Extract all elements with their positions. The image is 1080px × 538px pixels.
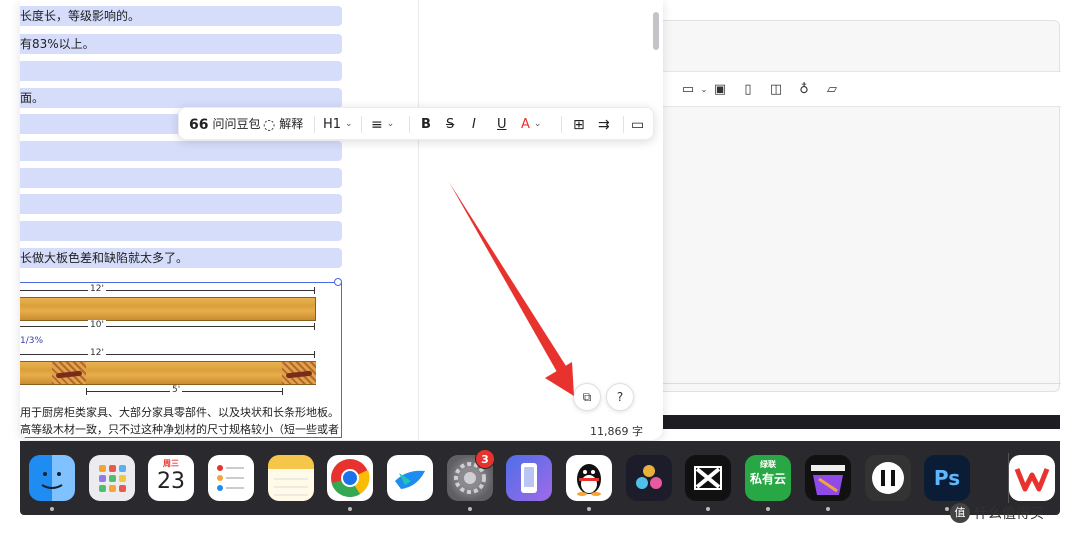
watermark: 值 什么值得买	[950, 503, 1044, 523]
running-indicator	[766, 507, 770, 511]
ugreen-cloud-app[interactable]: 绿联 私有云	[745, 455, 791, 501]
reminders-app[interactable]	[208, 455, 254, 501]
dock: 周三 23 3 绿联 私有云 Ps	[20, 441, 1060, 515]
watermark-logo: 值	[950, 503, 970, 523]
running-indicator	[348, 507, 352, 511]
system-settings-app[interactable]: 3	[447, 449, 495, 501]
photoshop-app[interactable]: Ps	[924, 455, 970, 501]
ugreen-label: 私有云	[749, 472, 786, 486]
qq-app[interactable]	[566, 455, 612, 501]
running-indicator	[706, 507, 710, 511]
finder-app[interactable]	[29, 455, 75, 501]
running-indicator	[826, 507, 830, 511]
notification-badge: 3	[475, 449, 495, 469]
running-indicator	[587, 507, 591, 511]
calendar-day: 23	[157, 469, 185, 494]
screen: ▭ ⌄ ▣ ▯ ◫ ♁ ▱ 长度长，等级影响的。 有83%以上。 面。 长做大板…	[0, 0, 1080, 538]
ugreen-brand: 绿联	[760, 460, 776, 469]
ipad-app[interactable]	[506, 455, 552, 501]
running-indicator	[50, 507, 54, 511]
watermark-text: 什么值得买	[974, 506, 1044, 522]
davinci-resolve-app[interactable]	[626, 455, 672, 501]
capcut-app[interactable]	[685, 455, 731, 501]
final-cut-app[interactable]	[805, 455, 851, 501]
calendar-app[interactable]: 周三 23	[148, 455, 194, 501]
feishu-app[interactable]	[387, 455, 433, 501]
tool-app[interactable]	[865, 455, 911, 501]
launchpad-app[interactable]	[89, 455, 135, 501]
notes-app[interactable]	[268, 455, 314, 501]
chrome-app[interactable]	[327, 455, 373, 501]
running-indicator	[945, 507, 949, 511]
running-indicator	[468, 507, 472, 511]
wps-app[interactable]	[1009, 455, 1055, 501]
